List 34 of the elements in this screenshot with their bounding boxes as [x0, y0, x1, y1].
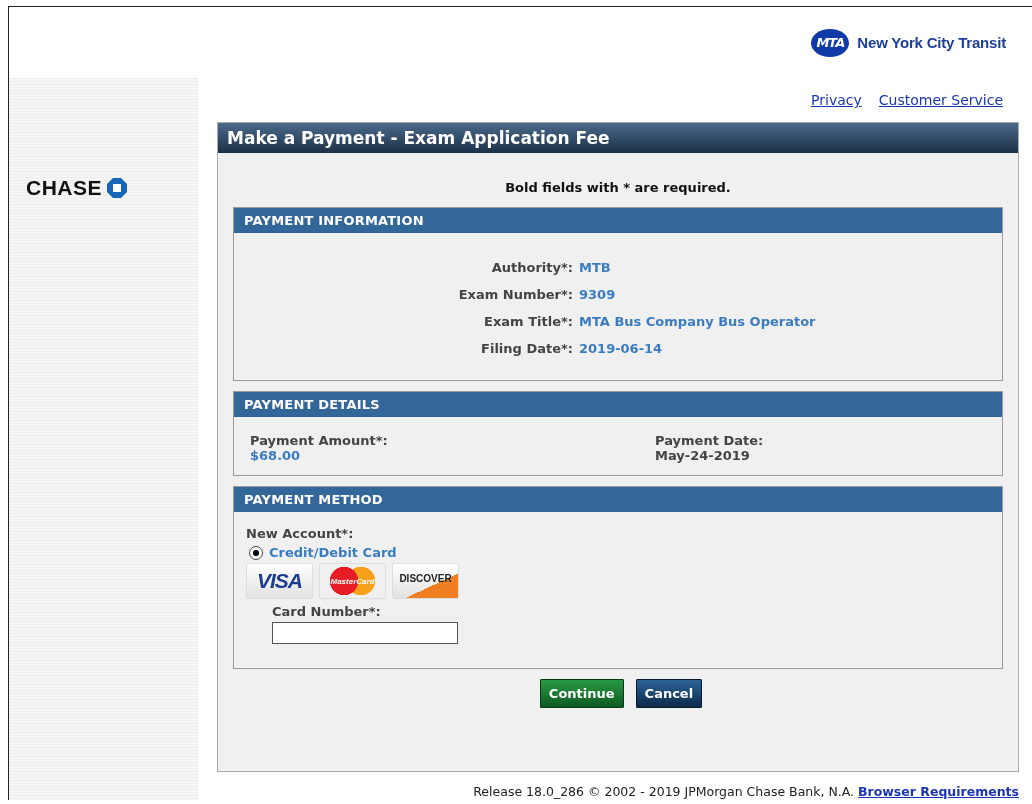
field-label: Payment Amount*:	[250, 433, 389, 448]
octagon-logo-icon	[107, 178, 127, 198]
field-value: 9309	[579, 287, 617, 302]
continue-button[interactable]: Continue	[539, 679, 624, 708]
field-label: New Account*:	[246, 526, 355, 541]
footer-link[interactable]: Browser Requirements	[858, 784, 1019, 800]
section-header: PAYMENT METHOD	[234, 487, 1002, 512]
field-value: 2019-06-14	[579, 341, 664, 356]
cancel-button[interactable]: Cancel	[635, 679, 703, 708]
card-number-field[interactable]	[272, 622, 458, 644]
field-label: Exam Number*:	[457, 287, 573, 302]
field-label: Payment Date:	[655, 433, 765, 448]
chase-logo-text: CHASE	[26, 176, 102, 200]
field-label: Card Number*:	[272, 604, 382, 619]
mta-logo: MTA	[811, 28, 850, 57]
discover-logo: DISCOVER	[392, 563, 459, 599]
field-label: Exam Title*:	[483, 314, 573, 329]
field-value: $68.00	[250, 448, 302, 463]
radio-button[interactable]	[249, 545, 263, 560]
field-label: Filing Date*:	[480, 341, 573, 356]
panel-title: Make a Payment - Exam Application Fee	[218, 123, 1018, 153]
field-value: MTA Bus Company Bus Operator	[579, 314, 816, 329]
agency-name: New York City Transit	[857, 34, 1006, 51]
field-label: Authority*:	[490, 260, 573, 275]
field-value: May-24-2019	[655, 448, 751, 463]
header-link[interactable]: Customer Service	[878, 92, 1003, 108]
required-note: Bold fields with * are required.	[504, 179, 732, 197]
header-link[interactable]: Privacy	[811, 92, 862, 108]
field-value: MTB	[579, 260, 612, 275]
radio-label[interactable]: Credit/Debit Card	[269, 545, 397, 560]
footer-text: Release 18.0_286 © 2002 - 2019 JPMorgan Chase Bank, N.A.	[473, 784, 855, 800]
visa-logo: VISA	[246, 563, 313, 599]
section-header: PAYMENT DETAILS	[234, 392, 1002, 417]
section-header: PAYMENT INFORMATION	[234, 208, 1002, 233]
